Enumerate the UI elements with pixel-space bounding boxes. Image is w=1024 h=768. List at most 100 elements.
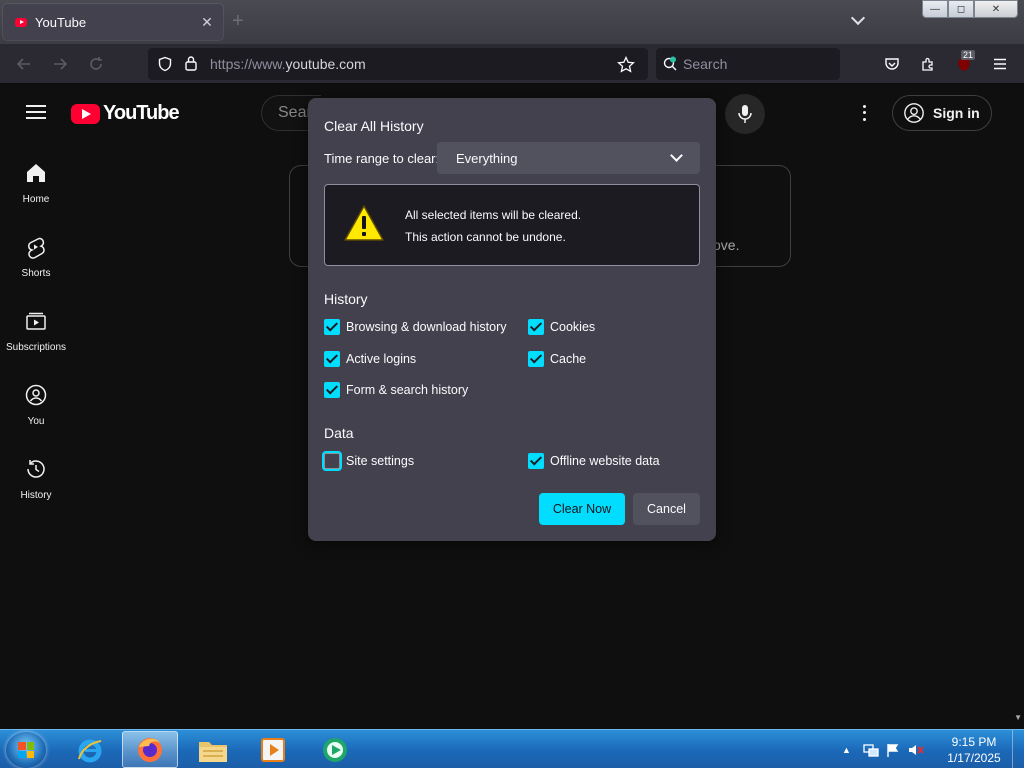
checkbox-form-search-history[interactable]: Form & search history [324, 382, 468, 398]
media-player-icon [261, 737, 285, 762]
sidebar-item-label: Shorts [21, 268, 51, 279]
checkbox-unchecked-icon [324, 453, 340, 469]
reload-icon [90, 57, 102, 70]
checkbox-label: Cache [550, 352, 587, 366]
network-icon[interactable] [863, 742, 879, 758]
forward-button[interactable] [48, 52, 72, 76]
clear-now-button[interactable]: Clear Now [539, 493, 625, 525]
checkbox-site-settings[interactable]: Site settings [324, 453, 414, 469]
checkbox-checked-icon [324, 382, 340, 398]
checkbox-label: Browsing & download history [346, 320, 507, 334]
clock-time: 9:15 PM [951, 735, 997, 749]
hamburger-menu-icon [994, 58, 1006, 70]
taskbar-app-green[interactable] [308, 731, 364, 768]
sign-in-button[interactable]: Sign in [892, 95, 992, 131]
sidebar-item-subscriptions[interactable]: Subscriptions [0, 297, 72, 371]
navigation-toolbar: https://www.youtube.com Search 21 [0, 44, 1024, 84]
puzzle-piece-icon [922, 57, 933, 71]
window-close-button[interactable]: ✕ [974, 0, 1018, 18]
tab-close-icon[interactable]: ✕ [195, 14, 219, 31]
time-range-label: Time range to clear: [324, 151, 440, 166]
checkbox-active-logins[interactable]: Active logins [324, 351, 416, 367]
card-text-fragment: ove. [713, 237, 740, 253]
start-button[interactable] [6, 732, 46, 768]
home-icon [27, 164, 45, 182]
checkbox-label: Form & search history [346, 383, 469, 397]
url-prefix: https://www. [210, 56, 286, 72]
action-center-flag-icon[interactable] [885, 742, 901, 758]
youtube-play-logo-icon [71, 103, 100, 124]
account-circle-icon [904, 103, 924, 123]
warning-icon [344, 205, 384, 241]
taskbar-internet-explorer[interactable] [62, 731, 118, 768]
checkbox-browsing-download-history[interactable]: Browsing & download history [324, 319, 507, 335]
taskbar-firefox[interactable] [122, 731, 178, 768]
sidebar-item-label: History [20, 490, 52, 501]
url-bar[interactable]: https://www.youtube.com [148, 48, 648, 80]
tracking-protection-shield-icon[interactable] [157, 56, 173, 72]
checkbox-checked-icon [528, 319, 544, 335]
cancel-button[interactable]: Cancel [633, 493, 700, 525]
new-tab-button[interactable]: + [232, 10, 244, 33]
clock-date: 1/17/2025 [947, 751, 1001, 765]
windows-logo-icon [18, 742, 34, 758]
checkbox-label: Cookies [550, 320, 596, 334]
clear-history-dialog: Clear All History Time range to clear: E… [308, 98, 716, 541]
sidebar-item-you[interactable]: You [0, 371, 72, 445]
bookmark-star-icon[interactable] [617, 56, 635, 73]
youtube-favicon-icon [13, 14, 29, 30]
warning-line-2: This action cannot be undone. [405, 230, 566, 244]
you-icon [25, 384, 47, 406]
guide-menu-icon[interactable] [26, 105, 46, 119]
minimize-button[interactable]: — [922, 0, 948, 18]
sidebar-item-shorts[interactable]: Shorts [0, 223, 72, 297]
shorts-icon [28, 237, 45, 259]
forward-arrow-icon [54, 58, 68, 70]
time-range-select[interactable]: Everything [437, 142, 700, 174]
browser-tab-bar: YouTube ✕ + — ◻ ✕ [0, 0, 1024, 44]
tab-youtube[interactable]: YouTube ✕ [3, 4, 223, 40]
system-clock[interactable]: 9:15 PM 1/17/2025 [943, 734, 1005, 766]
back-button[interactable] [12, 52, 36, 76]
youtube-sidebar: Home Shorts Subscriptions You History [0, 149, 72, 519]
maximize-button[interactable]: ◻ [948, 0, 974, 18]
sidebar-item-home[interactable]: Home [0, 149, 72, 223]
settings-more-icon[interactable] [856, 103, 872, 123]
checkbox-offline-website-data[interactable]: Offline website data [528, 453, 660, 469]
youtube-logo[interactable]: YouTube [71, 102, 180, 125]
list-all-tabs-icon[interactable] [850, 11, 866, 27]
search-bar[interactable]: Search [656, 48, 840, 80]
app-menu-button[interactable] [988, 52, 1012, 76]
pocket-icon [885, 58, 899, 70]
search-bar-placeholder: Search [683, 56, 728, 72]
url-domain: youtube.com [285, 56, 366, 72]
checkbox-label: Site settings [346, 454, 415, 468]
url-text: https://www.youtube.com [210, 56, 366, 72]
taskbar-media-player[interactable] [245, 731, 301, 768]
subscriptions-icon [26, 312, 46, 330]
extensions-button[interactable] [916, 52, 940, 76]
sign-in-label: Sign in [933, 105, 980, 121]
lock-icon[interactable] [184, 55, 198, 72]
checkbox-label: Offline website data [550, 454, 660, 468]
warning-box: All selected items will be cleared. This… [324, 184, 700, 266]
show-hidden-icons-icon[interactable]: ▲ [842, 745, 851, 755]
scroll-down-arrow-icon[interactable]: ▼ [1014, 713, 1022, 722]
back-arrow-icon [16, 58, 30, 70]
ublock-extension-button[interactable]: 21 [952, 50, 976, 76]
sidebar-item-history[interactable]: History [0, 445, 72, 519]
volume-muted-icon[interactable] [907, 742, 925, 758]
taskbar-file-explorer[interactable] [185, 731, 241, 768]
dialog-title: Clear All History [324, 118, 424, 134]
system-tray: ▲ [842, 730, 925, 768]
checkbox-cookies[interactable]: Cookies [528, 319, 595, 335]
reload-button[interactable] [84, 52, 108, 76]
data-section-heading: Data [324, 425, 354, 441]
pocket-button[interactable] [880, 52, 904, 76]
checkbox-cache[interactable]: Cache [528, 351, 586, 367]
checkbox-checked-icon [324, 319, 340, 335]
internet-explorer-icon [78, 739, 102, 762]
voice-search-button[interactable] [725, 94, 765, 134]
history-icon [27, 460, 45, 478]
show-desktop-button[interactable] [1012, 730, 1024, 768]
